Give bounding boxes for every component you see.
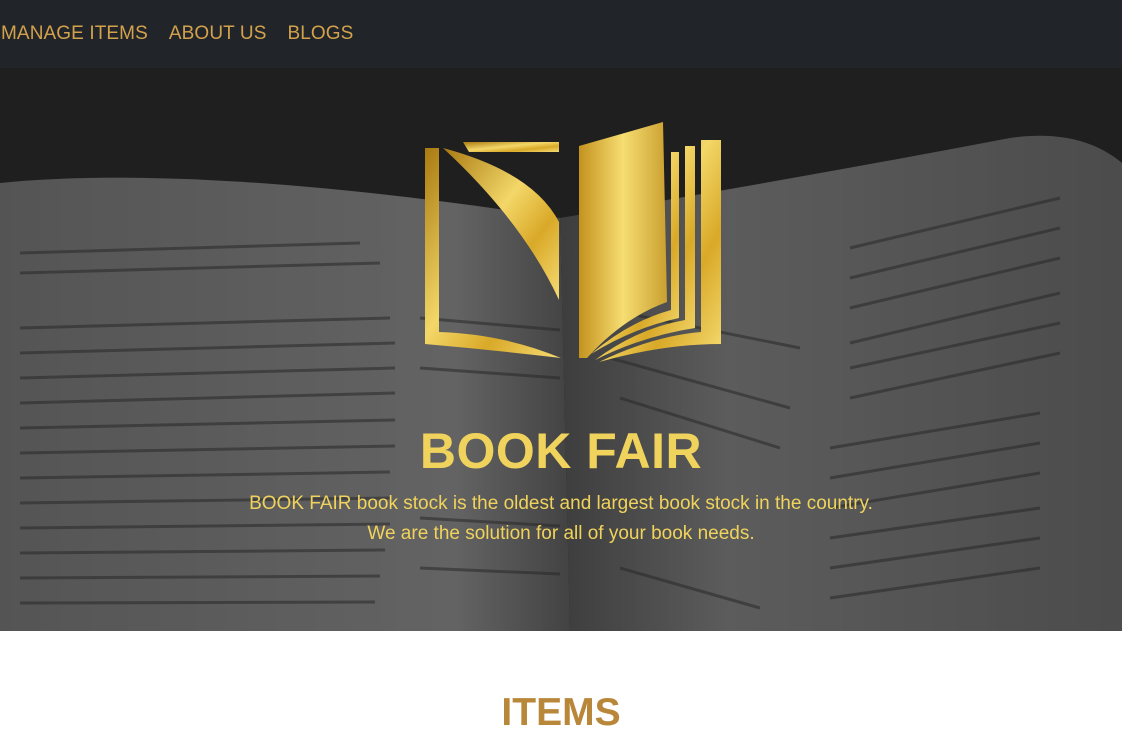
nav-link-blogs[interactable]: BLOGS [287,23,353,45]
hero-title: BOOK FAIR [419,423,703,479]
nav-link-manage-items[interactable]: MANAGE ITEMS [1,23,148,45]
top-navbar: MANAGE ITEMS ABOUT US BLOGS [0,0,1122,68]
nav-links: MANAGE ITEMS ABOUT US BLOGS [1,23,353,45]
nav-link-about-us[interactable]: ABOUT US [169,23,267,45]
hero-description-line2: We are the solution for all of your book… [367,523,755,544]
open-book-logo-icon [423,122,723,364]
hero-banner: BOOK FAIR BOOK FAIR book stock is the ol… [0,68,1122,631]
hero-description-line1: BOOK FAIR book stock is the oldest and l… [249,493,873,514]
items-section-heading: ITEMS [501,691,621,734]
